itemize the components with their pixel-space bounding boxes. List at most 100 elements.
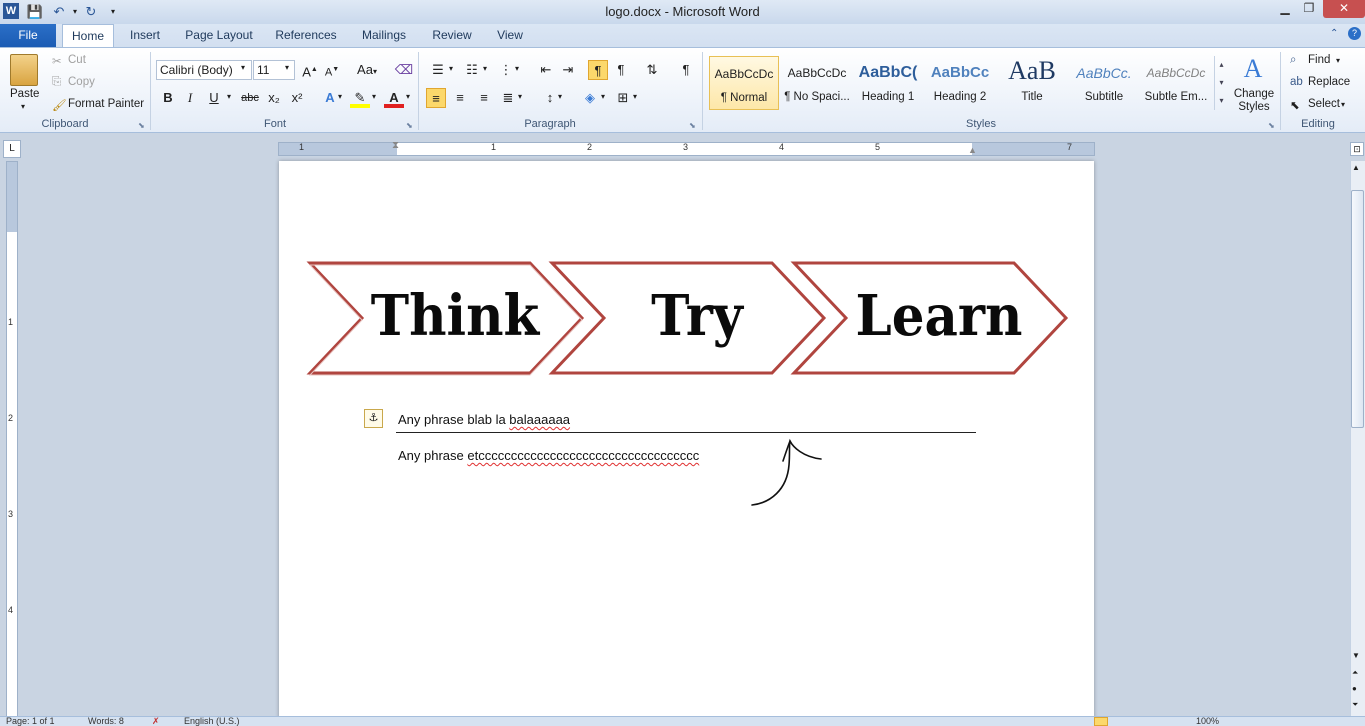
cut-button[interactable]: Cut [68,54,86,66]
view-ruler-icon[interactable]: ⊡ [1350,142,1364,156]
tab-review[interactable]: Review [426,24,478,48]
clipboard-launcher-icon[interactable]: ⬊ [138,121,145,130]
highlight-icon[interactable]: ✎ [350,88,370,108]
text-effects-icon[interactable]: A [320,88,340,108]
justify-icon[interactable]: ≣ [498,88,518,108]
find-dropdown-icon[interactable]: ▾ [1336,56,1340,65]
highlight-dropdown-icon[interactable]: ▾ [372,92,376,101]
align-right-icon[interactable]: ≡ [474,88,494,108]
font-launcher-icon[interactable]: ⬊ [406,121,413,130]
style-no-spacing[interactable]: AaBbCcDc ¶ No Spaci... [782,56,852,110]
text-effects-dropdown-icon[interactable]: ▾ [338,92,342,101]
numbering-dropdown-icon[interactable]: ▾ [483,64,487,73]
multilevel-dropdown-icon[interactable]: ▾ [515,64,519,73]
select-dropdown-icon[interactable]: ▾ [1341,100,1345,109]
sort-icon[interactable]: ⇅ [642,60,662,80]
replace-button[interactable]: Replace [1308,76,1350,88]
paragraph-launcher-icon[interactable]: ⬊ [689,121,696,130]
subscript-button[interactable]: x₂ [264,88,284,108]
tab-references[interactable]: References [270,24,342,48]
align-center-icon[interactable]: ≡ [450,88,470,108]
tab-home[interactable]: Home [62,24,114,48]
align-left-icon[interactable]: ≡ [426,88,446,108]
tab-insert[interactable]: Insert [122,24,168,48]
scroll-down-icon[interactable]: ▼ [1352,651,1360,660]
line1-misspelled[interactable]: balaaaaaa [509,412,570,427]
style-heading-2[interactable]: AaBbCc Heading 2 [925,56,995,110]
ltr-icon[interactable]: ¶ [588,60,608,80]
multilevel-list-icon[interactable]: ⋮ [496,60,516,80]
rtl-icon[interactable]: ¶ [611,60,631,80]
strikethrough-button[interactable]: abc [238,88,262,108]
proofing-icon[interactable]: ✗ [152,717,160,726]
style-title[interactable]: AaB Title [997,56,1067,110]
line-spacing-icon[interactable]: ↕ [540,88,560,108]
line-spacing-dropdown-icon[interactable]: ▾ [558,92,562,101]
paste-button[interactable]: Paste [10,88,39,100]
vertical-ruler[interactable] [6,161,18,717]
next-page-icon[interactable]: ⏷ [1352,700,1358,710]
italic-button[interactable]: I [180,88,200,108]
borders-icon[interactable]: ⊞ [613,88,633,108]
font-size-dropdown-icon[interactable]: ▾ [285,63,289,72]
minimize-ribbon-icon[interactable]: ⌃ [1330,28,1338,39]
select-button[interactable]: Select [1308,98,1340,110]
browse-object-icon[interactable]: ● [1352,684,1357,693]
underline-dropdown-icon[interactable]: ▾ [227,92,231,101]
font-name-box[interactable]: Calibri (Body) [156,60,252,80]
page-count[interactable]: Page: 1 of 1 [6,717,55,726]
bullets-icon[interactable]: ☰ [428,60,448,80]
increase-indent-icon[interactable]: ⇥ [558,60,578,80]
style-heading-1[interactable]: AaBbC( Heading 1 [853,56,923,110]
grow-font-icon[interactable]: A▲ [300,60,320,80]
tab-view[interactable]: View [490,24,530,48]
document-line-2[interactable]: Any phrase etccccccccccccccccccccccccccc… [398,448,699,463]
numbering-icon[interactable]: ☷ [462,60,482,80]
word-count[interactable]: Words: 8 [88,717,124,726]
scrollbar-thumb[interactable] [1351,190,1364,428]
shrink-font-icon[interactable]: A▼ [322,60,342,80]
zoom-level[interactable]: 100% [1196,717,1219,726]
underline-button[interactable]: U [204,88,224,108]
style-normal[interactable]: AaBbCcDc ¶ Normal [709,56,779,110]
print-layout-icon[interactable] [1094,717,1108,726]
change-styles-icon[interactable]: A [1240,54,1266,84]
tab-page-layout[interactable]: Page Layout [180,24,258,48]
paste-icon[interactable] [10,54,38,86]
document-line-1[interactable]: Any phrase blab la balaaaaaa [398,412,570,427]
change-styles-button[interactable]: Change Styles [1232,88,1276,114]
styles-scroll[interactable]: ▴ ▾ ▾ [1214,56,1228,110]
paste-dropdown-icon[interactable]: ▾ [21,102,25,111]
decrease-indent-icon[interactable]: ⇤ [536,60,556,80]
copy-button[interactable]: Copy [68,76,95,88]
style-subtitle[interactable]: AaBbCc. Subtitle [1069,56,1139,110]
borders-dropdown-icon[interactable]: ▾ [633,92,637,101]
bold-button[interactable]: B [158,88,178,108]
help-icon[interactable]: ? [1348,27,1361,40]
document-page[interactable] [279,161,1094,721]
tab-mailings[interactable]: Mailings [354,24,414,48]
right-indent-marker-icon[interactable]: ▲ [968,145,977,155]
line2-misspelled[interactable]: etcccccccccccccccccccccccccccccccccc [467,448,699,463]
find-button[interactable]: Find [1308,54,1330,66]
superscript-button[interactable]: x² [287,88,307,108]
bullets-dropdown-icon[interactable]: ▾ [449,64,453,73]
shading-dropdown-icon[interactable]: ▾ [601,92,605,101]
format-painter-button[interactable]: Format Painter [68,98,144,110]
indent-marker-icon[interactable]: ⧗ [392,140,399,151]
styles-launcher-icon[interactable]: ⬊ [1268,121,1275,130]
scroll-up-icon[interactable]: ▲ [1352,163,1360,172]
clear-formatting-icon[interactable]: ⌫ [394,60,414,80]
shading-icon[interactable]: ◈ [580,88,600,108]
font-color-icon[interactable]: A [384,88,404,108]
font-color-dropdown-icon[interactable]: ▾ [406,92,410,101]
show-marks-button[interactable]: ¶ [676,60,696,80]
tab-selector-icon[interactable]: L [3,140,21,158]
restore-icon[interactable]: ❐ [1296,0,1322,18]
style-subtle-emphasis[interactable]: AaBbCcDc Subtle Em... [1141,56,1211,110]
tab-file[interactable]: File [0,24,56,48]
previous-page-icon[interactable]: ⏶ [1352,668,1358,678]
language[interactable]: English (U.S.) [184,717,240,726]
font-name-dropdown-icon[interactable]: ▾ [241,63,245,72]
anchor-options-icon[interactable]: ⚓ [364,409,383,428]
